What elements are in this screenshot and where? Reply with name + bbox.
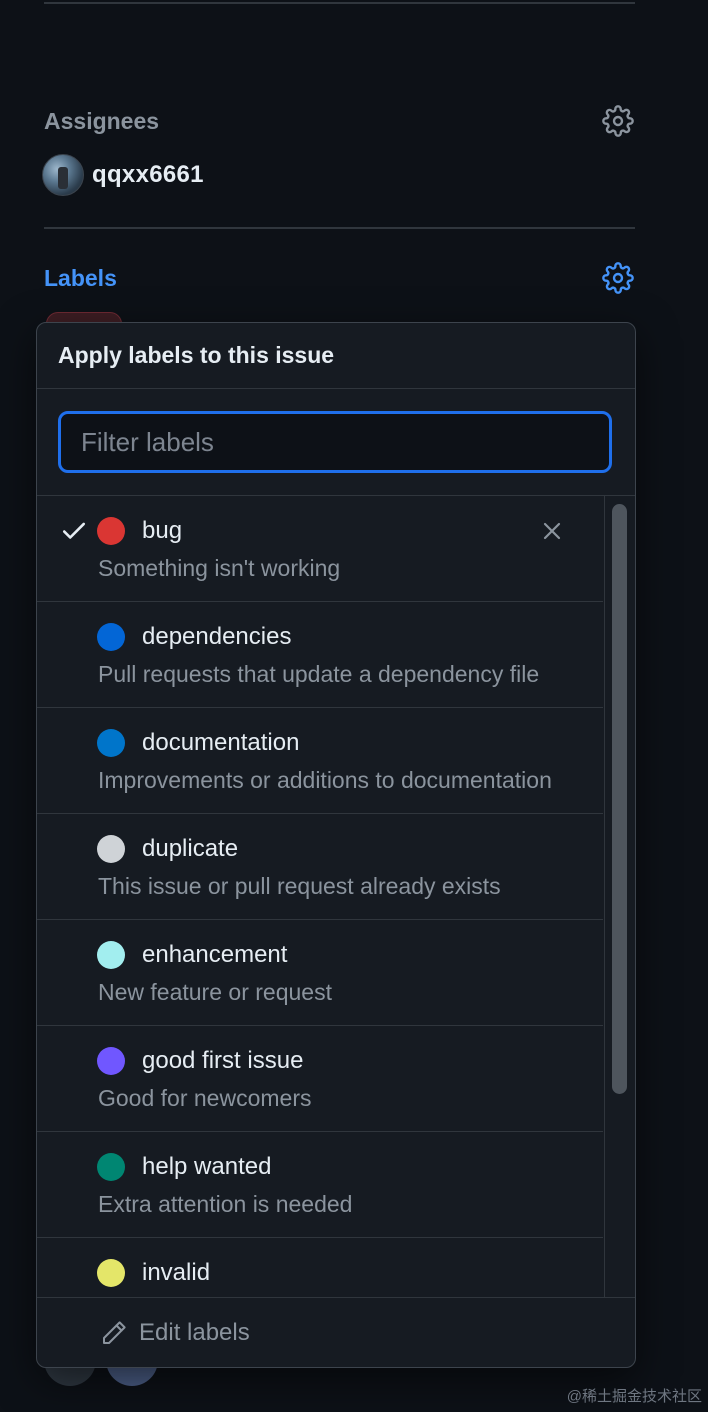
assignees-header: Assignees (44, 101, 635, 141)
label-description: Pull requests that update a dependency f… (98, 661, 540, 687)
label-name: invalid (142, 1259, 211, 1286)
label-description: Good for newcomers (98, 1085, 312, 1111)
labels-gear-icon[interactable] (601, 261, 635, 295)
label-description: New feature or request (98, 979, 332, 1005)
label-option-invalid[interactable]: invalid (37, 1238, 603, 1297)
label-option-dependencies[interactable]: dependencies Pull requests that update a … (37, 602, 603, 708)
label-name: help wanted (142, 1153, 272, 1180)
edit-labels-label: Edit labels (139, 1319, 250, 1346)
label-color-swatch (97, 729, 125, 757)
filter-area (37, 389, 635, 496)
label-name: duplicate (142, 835, 239, 862)
label-name: dependencies (142, 623, 292, 650)
section-divider (44, 227, 635, 229)
scrollbar-thumb[interactable] (612, 504, 627, 1094)
scrollbar[interactable] (604, 496, 635, 1297)
assignees-gear-icon[interactable] (601, 104, 635, 138)
label-name: good first issue (142, 1047, 304, 1074)
label-list-wrap: bug Something isn't working dependencies Pu… (37, 496, 635, 1297)
label-description: Extra attention is needed (98, 1191, 353, 1217)
check-icon (62, 522, 86, 539)
label-option-duplicate[interactable]: duplicate This issue or pull request alre… (37, 814, 603, 920)
watermark: @稀土掘金技术社区 (566, 1388, 702, 1405)
labels-popover: Apply labels to this issue bug Something … (36, 322, 636, 1368)
label-color-swatch (97, 1259, 125, 1287)
assignee-row[interactable]: qqxx6661 (42, 154, 204, 196)
label-color-swatch (97, 517, 125, 545)
remove-label-icon[interactable] (537, 516, 567, 546)
labels-title[interactable]: Labels (44, 265, 117, 292)
label-option-enhancement[interactable]: enhancement New feature or request (37, 920, 603, 1026)
labels-header: Labels (44, 258, 635, 298)
label-color-swatch (97, 623, 125, 651)
pencil-icon (103, 1321, 126, 1344)
label-option-bug[interactable]: bug Something isn't working (37, 496, 603, 602)
label-option-documentation[interactable]: documentation Improvements or additions t… (37, 708, 603, 814)
label-list: bug Something isn't working dependencies Pu… (37, 496, 603, 1297)
top-divider (44, 2, 635, 4)
label-color-swatch (97, 1047, 125, 1075)
avatar[interactable] (42, 154, 84, 196)
label-option-help-wanted[interactable]: help wanted Extra attention is needed (37, 1132, 603, 1238)
filter-labels-input[interactable] (58, 411, 612, 473)
label-description: Improvements or additions to documentati… (98, 767, 552, 793)
label-name: bug (142, 517, 183, 544)
label-option-good-first-issue[interactable]: good first issue Good for newcomers (37, 1026, 603, 1132)
label-description: Something isn't working (98, 555, 341, 581)
label-name: documentation (142, 729, 300, 756)
popover-title: Apply labels to this issue (37, 323, 635, 389)
label-description: This issue or pull request already exist… (98, 873, 501, 899)
label-color-swatch (97, 941, 125, 969)
edit-labels-button[interactable]: Edit labels (37, 1297, 635, 1367)
label-name: enhancement (142, 941, 288, 968)
label-color-swatch (97, 1153, 125, 1181)
label-color-swatch (97, 835, 125, 863)
assignees-title: Assignees (44, 107, 160, 134)
assignee-name[interactable]: qqxx6661 (92, 161, 204, 189)
